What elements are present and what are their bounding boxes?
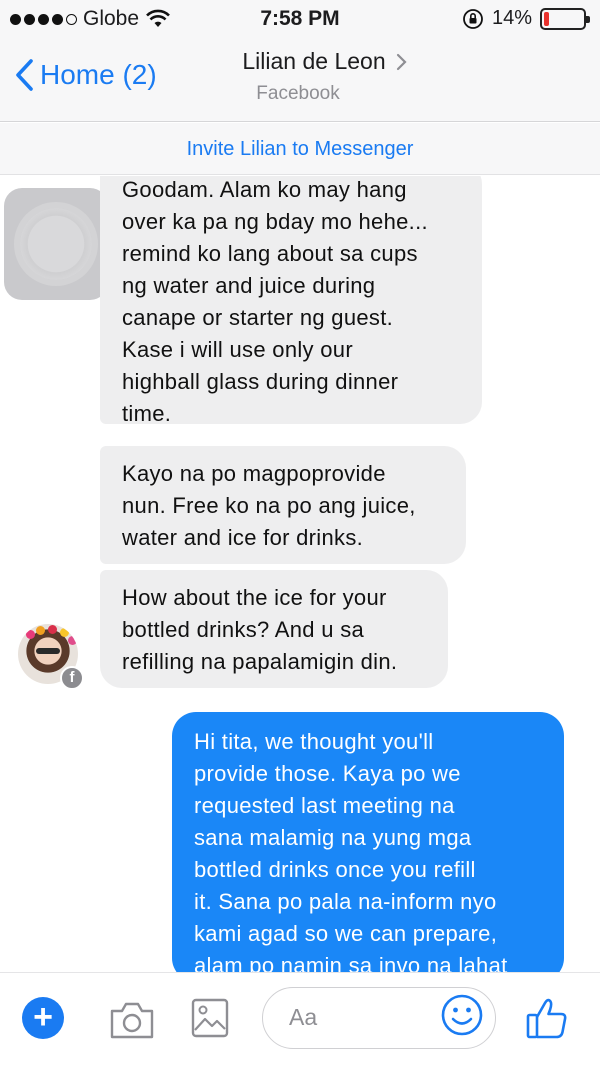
message-line: water and ice for drinks. [122,525,364,550]
plus-icon[interactable]: + [22,997,64,1039]
message-line: bottled drinks? And u sa [122,617,365,642]
message-line: remind ko lang about sa cups [122,241,418,266]
contact-info[interactable]: Lilian de Leon Facebook [0,48,600,105]
invite-to-messenger-link[interactable]: Invite Lilian to Messenger [0,123,600,175]
gallery-icon[interactable] [190,997,230,1039]
camera-icon[interactable] [108,999,156,1041]
rotation-lock-icon [463,8,483,29]
contact-subtitle: Facebook [256,83,340,104]
message-bubble-incoming[interactable]: Goodam. Alam ko may hang over ka pa ng b… [100,176,482,426]
message-line: requested last meeting na [194,793,455,818]
message-line: Hi tita, we thought you'll [194,729,434,754]
emoji-icon[interactable] [440,993,484,1037]
message-line: nun. Free ko na po ang juice, [122,493,416,518]
battery-level [544,11,549,26]
message-line: Goodam. Alam ko may hang [122,177,407,202]
message-line: provide those. Kaya po we [194,761,461,786]
message-bubble-incoming[interactable]: Kayo na po magpoprovide nun. Free ko na … [100,446,466,564]
message-line: it. Sana po pala na-inform nyo [194,889,497,914]
message-line: kami agad so we can prepare, [194,921,498,946]
message-line: sana malamig na yung mga [194,825,472,850]
battery-percent: 14% [491,7,532,29]
battery-icon [540,7,590,30]
placeholder-avatar [4,188,108,300]
message-bubble-incoming[interactable]: How about the ice for your bottled drink… [100,570,448,688]
sender-avatar[interactable]: f [18,624,84,690]
message-line: refilling na papalamigin din. [122,649,398,674]
message-line: alam po namin sa invo na lahat [194,953,508,972]
message-line: ng water and juice during [122,273,376,298]
message-line: Kayo na po magpoprovide [122,461,386,486]
message-thread[interactable]: Goodam. Alam ko may hang over ka pa ng b… [0,176,600,972]
message-composer: + [0,972,600,1067]
message-line: canape or starter ng guest. [122,305,394,330]
message-line: time. [122,401,172,426]
status-right: 14% [462,7,590,30]
message-line: highball glass during dinner [122,369,399,394]
contact-name: Lilian de Leon [242,48,386,74]
like-icon[interactable] [524,995,570,1041]
message-line: bottled drinks once you refill [194,857,476,882]
message-bubble-outgoing[interactable]: Hi tita, we thought you'll provide those… [172,712,564,972]
facebook-badge-icon: f [60,666,84,690]
chevron-right-icon [396,53,407,70]
message-line: over ka pa ng bday mo hehe... [122,209,428,234]
message-line: How about the ice for your [122,585,387,610]
status-bar: Globe 7:58 PM 14% [0,0,600,40]
conversation-header: Home (2) Lilian de Leon Facebook [0,40,600,122]
message-input[interactable] [289,988,449,1046]
message-line: Kase i will use only our [122,337,353,362]
